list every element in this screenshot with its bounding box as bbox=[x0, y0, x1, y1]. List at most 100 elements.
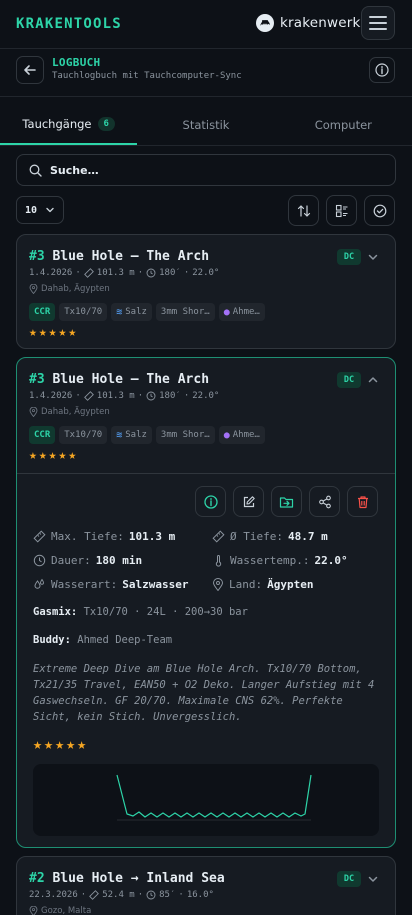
search-placeholder: Suche… bbox=[50, 163, 99, 177]
search-input[interactable]: Suche… bbox=[16, 154, 396, 186]
tag-buddy: ● Ahme… bbox=[218, 303, 265, 321]
star-icon: ★ bbox=[29, 448, 37, 463]
gasmix: Gasmix: Tx10/70 · 24L · 200→30 bar bbox=[33, 606, 248, 618]
avg-depth: Ø Tiefe: 48.7 m bbox=[212, 530, 328, 543]
list-view-icon bbox=[335, 204, 347, 217]
map-pin-icon bbox=[29, 284, 38, 294]
rating-stars: ★ ★ ★ ★ ★ bbox=[29, 449, 76, 462]
star-icon: ★ bbox=[66, 735, 76, 753]
dive-tags: CCR Tx10/70 ≋ Salz 3mm Shor… ● Ahme… bbox=[29, 303, 265, 321]
dive-profile-chart bbox=[33, 764, 379, 836]
dive-profile-graph bbox=[116, 774, 312, 821]
info-icon bbox=[203, 494, 218, 509]
thermometer-icon bbox=[215, 555, 222, 567]
dive-meta: 1.4.2026 · 101.3 m · 180′ · 22.0° bbox=[29, 391, 220, 401]
user-icon: ● bbox=[223, 429, 230, 441]
max-depth: Max. Tiefe: 101.3 m bbox=[33, 530, 175, 543]
info-icon bbox=[375, 63, 389, 77]
info-button[interactable] bbox=[369, 57, 395, 83]
sort-icon bbox=[297, 204, 310, 217]
partner-logo[interactable]: krakenwerk bbox=[254, 12, 361, 34]
ruler-icon bbox=[83, 391, 94, 401]
ruler-icon bbox=[33, 530, 46, 543]
edit-button[interactable] bbox=[233, 486, 264, 517]
tag-gas: Tx10/70 bbox=[59, 303, 108, 321]
clock-icon bbox=[146, 268, 156, 278]
tab-bar: Tauchgänge 6 Statistik Computer bbox=[0, 104, 412, 146]
details-button[interactable] bbox=[195, 486, 226, 517]
dive-title: #3 Blue Hole – The Arch bbox=[29, 372, 210, 387]
menu-button[interactable] bbox=[361, 6, 395, 40]
clock-icon bbox=[33, 554, 46, 567]
dc-badge: DC bbox=[337, 372, 361, 388]
tag-suit: 3mm Shor… bbox=[155, 426, 215, 444]
arrow-left-icon bbox=[24, 65, 36, 75]
dive-location: Dahab, Ägypten bbox=[29, 284, 110, 294]
wave-icon: ≋ bbox=[116, 429, 123, 441]
star-icon: ★ bbox=[48, 448, 57, 463]
dc-badge: DC bbox=[337, 871, 361, 887]
count-badge: 6 bbox=[97, 116, 115, 131]
ruler-icon bbox=[83, 268, 94, 278]
tag-gas: Tx10/70 bbox=[59, 426, 108, 444]
brand-logo[interactable]: KRAKENTOOLS bbox=[16, 16, 122, 32]
export-button[interactable] bbox=[271, 486, 302, 517]
tab-tauchgaenge[interactable]: Tauchgänge 6 bbox=[0, 104, 138, 145]
buddy: Buddy: Ahmed Deep-Team bbox=[33, 634, 173, 646]
tag-water: ≋ Salz bbox=[111, 426, 152, 444]
page-size-value: 10 bbox=[25, 204, 38, 216]
sort-button[interactable] bbox=[288, 195, 319, 226]
map-pin-icon bbox=[29, 407, 38, 417]
partner-name: krakenwerk bbox=[280, 15, 361, 31]
ruler-icon bbox=[212, 530, 225, 543]
tag-water: ≋ Salz bbox=[111, 303, 152, 321]
chevron-down-icon[interactable] bbox=[367, 251, 379, 263]
dive-meta: 22.3.2026 · 52.4 m · 85′ · 16.0° bbox=[29, 890, 214, 900]
search-icon bbox=[29, 164, 42, 177]
country: Land: Ägypten bbox=[212, 578, 313, 591]
dive-meta: 1.4.2026 · 101.3 m · 180′ · 22.0° bbox=[29, 268, 220, 278]
divider bbox=[0, 96, 412, 97]
duration: Dauer: 180 min bbox=[33, 554, 142, 567]
tag-buddy: ● Ahme… bbox=[218, 426, 265, 444]
chevron-down-icon bbox=[46, 207, 54, 213]
map-pin-icon bbox=[29, 906, 38, 915]
dive-card-expanded[interactable]: #3 Blue Hole – The Arch DC 1.4.2026 · 10… bbox=[16, 357, 396, 848]
tab-statistik[interactable]: Statistik bbox=[137, 104, 274, 145]
star-icon: ★ bbox=[44, 735, 54, 753]
delete-button[interactable] bbox=[347, 486, 378, 517]
chevron-down-icon[interactable] bbox=[367, 873, 379, 885]
page-title: LOGBUCH bbox=[52, 56, 101, 69]
hamburger-icon bbox=[369, 16, 387, 18]
chevron-up-icon[interactable] bbox=[367, 374, 379, 386]
star-icon: ★ bbox=[38, 325, 47, 340]
tab-computer[interactable]: Computer bbox=[275, 104, 412, 145]
tag-suit: 3mm Shor… bbox=[155, 303, 215, 321]
page-subtitle: Tauchlogbuch mit Tauchcomputer-Sync bbox=[52, 71, 242, 81]
star-icon: ★ bbox=[77, 735, 87, 753]
tab-label: Computer bbox=[314, 117, 372, 132]
star-icon: ★ bbox=[38, 448, 47, 463]
dive-location: Gozo, Malta bbox=[29, 906, 91, 915]
dive-notes: Extreme Deep Dive am Blue Hole Arch. Tx1… bbox=[33, 663, 375, 723]
view-toggle-button[interactable] bbox=[326, 195, 357, 226]
dive-card[interactable]: #3 Blue Hole – The Arch DC 1.4.2026 · 10… bbox=[16, 234, 396, 349]
dive-title: #2 Blue Hole → Inland Sea bbox=[29, 871, 225, 886]
divider bbox=[0, 48, 412, 49]
share-button[interactable] bbox=[309, 486, 340, 517]
wave-icon: ≋ bbox=[116, 306, 123, 318]
tag-ccr: CCR bbox=[29, 426, 56, 444]
dive-tags: CCR Tx10/70 ≋ Salz 3mm Shor… ● Ahme… bbox=[29, 426, 265, 444]
rating-stars: ★ ★ ★ ★ ★ bbox=[29, 326, 76, 339]
tab-label: Tauchgänge bbox=[22, 116, 92, 131]
star-icon: ★ bbox=[68, 325, 77, 340]
star-icon: ★ bbox=[58, 448, 67, 463]
star-icon: ★ bbox=[48, 325, 57, 340]
dive-title: #3 Blue Hole – The Arch bbox=[29, 249, 210, 264]
dive-card[interactable]: #2 Blue Hole → Inland Sea DC 22.3.2026 ·… bbox=[16, 856, 396, 915]
back-button[interactable] bbox=[16, 56, 44, 84]
ruler-icon bbox=[89, 890, 100, 900]
page-size-select[interactable]: 10 bbox=[16, 196, 64, 224]
rating-stars: ★ ★ ★ ★ ★ bbox=[33, 737, 86, 752]
select-mode-button[interactable] bbox=[364, 195, 395, 226]
